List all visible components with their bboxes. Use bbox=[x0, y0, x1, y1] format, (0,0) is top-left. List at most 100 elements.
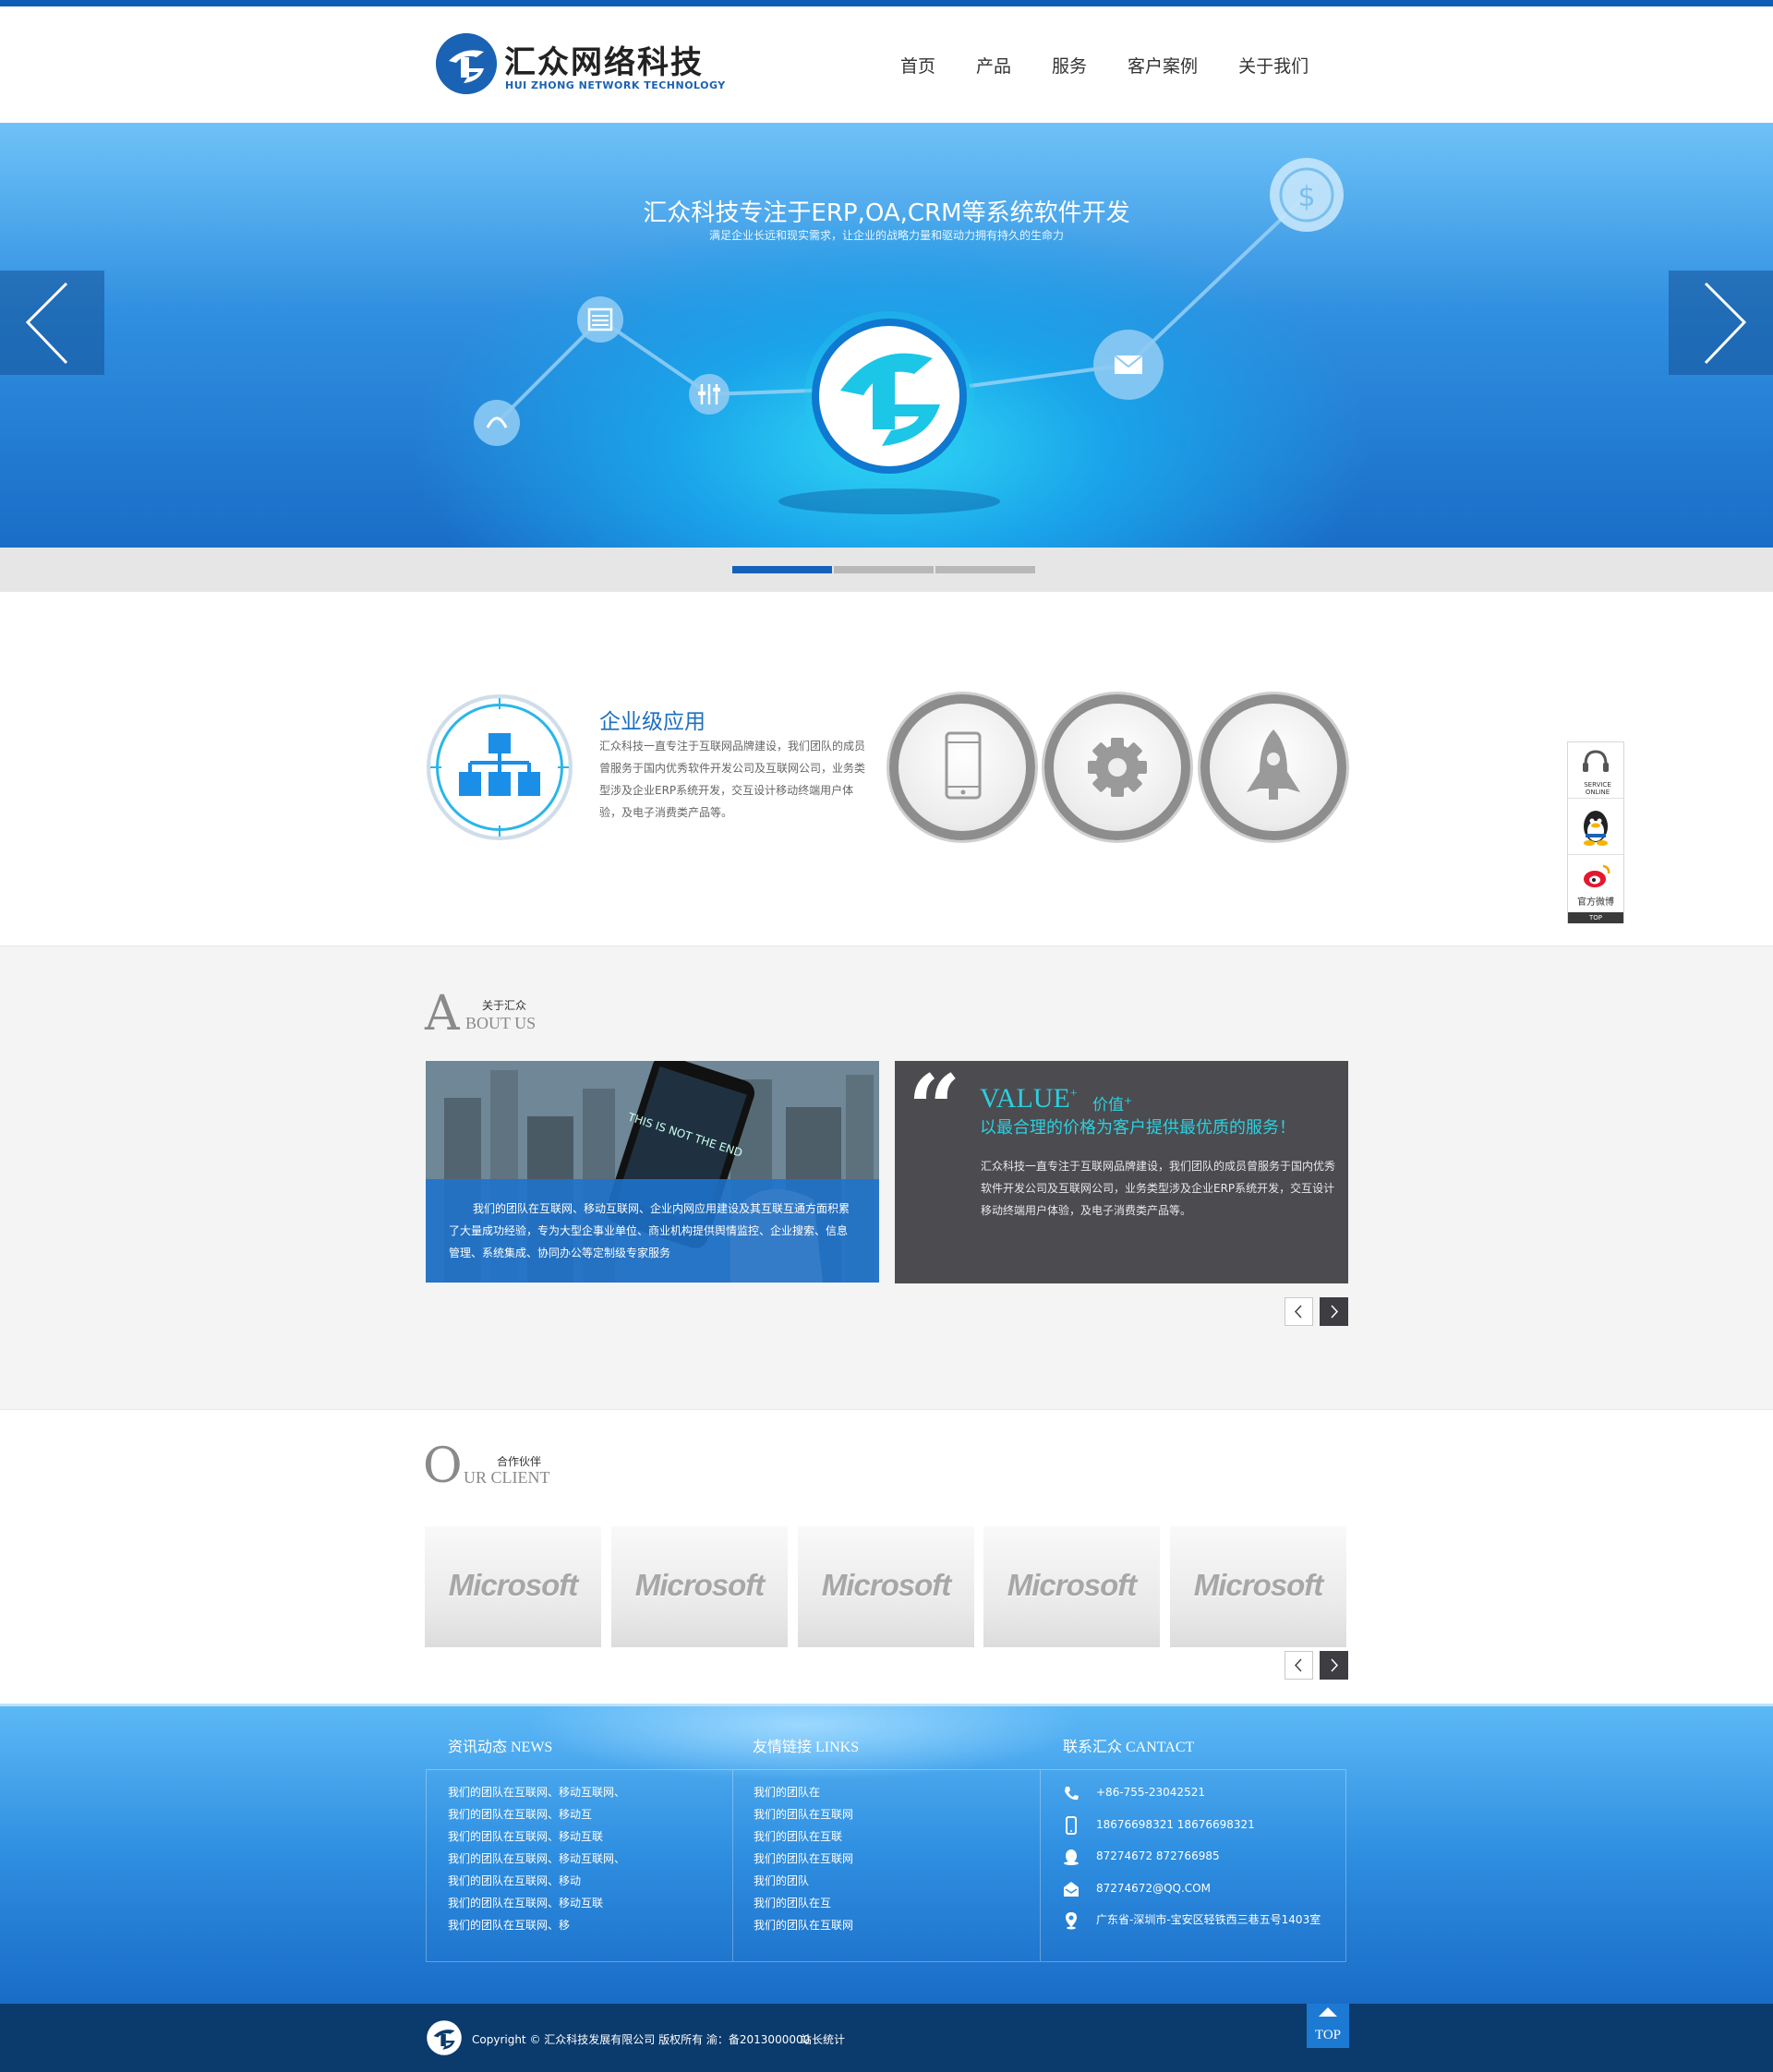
about-heading-cn: 关于汇众 bbox=[482, 999, 527, 1012]
chevron-right-icon bbox=[1704, 282, 1747, 365]
value-description: 汇众科技一直专注于互联网品牌建设，我们团队的成员曾服务于国内优秀软件开发公司及互… bbox=[981, 1160, 1336, 1217]
nav-home[interactable]: 首页 bbox=[900, 53, 935, 90]
footer-divider bbox=[1040, 1770, 1041, 1961]
banner-prev-button[interactable] bbox=[0, 271, 104, 375]
footer-contact-list: +86-755-23042521 18676698321 18676698321… bbox=[1062, 1781, 1321, 1941]
news-link[interactable]: 我们的团队在互联网、移动互 bbox=[448, 1803, 625, 1825]
qq-penguin-icon bbox=[1584, 811, 1608, 846]
client-logo[interactable]: Microsoft bbox=[798, 1526, 974, 1647]
friend-link[interactable]: 我们的团队在 bbox=[754, 1781, 853, 1803]
value-title: VALUE+ bbox=[980, 1083, 1078, 1114]
clients-heading-en: UR CLIENT bbox=[464, 1468, 550, 1487]
client-logo[interactable]: Microsoft bbox=[425, 1526, 601, 1647]
feature-mobile-circle[interactable] bbox=[889, 694, 1035, 840]
rocket-icon bbox=[1247, 729, 1300, 800]
calendar-node-icon bbox=[577, 296, 623, 343]
feature-description: 汇众科技一直专注于互联网品牌建设，我们团队的成员曾服务于国内优秀软件开发公司及互… bbox=[599, 740, 866, 819]
footer-news-list: 我们的团队在互联网、移动互联网、 我们的团队在互联网、移动互 我们的团队在互联网… bbox=[448, 1781, 625, 1936]
gear-icon bbox=[1088, 738, 1147, 797]
client-logo-text: Microsoft bbox=[448, 1568, 579, 1602]
news-link[interactable]: 我们的团队在互联网、移动互联网、 bbox=[448, 1848, 625, 1870]
client-logo[interactable]: Microsoft bbox=[983, 1526, 1160, 1647]
friend-link[interactable]: 我们的团队在互联网 bbox=[754, 1848, 853, 1870]
value-title-cn: 价值+ bbox=[1092, 1094, 1133, 1114]
about-prev-button[interactable] bbox=[1285, 1297, 1313, 1326]
logo-subtitle: HUI ZHONG NETWORK TECHNOLOGY bbox=[505, 79, 726, 91]
clients-heading: O 合作伙伴 UR CLIENT bbox=[423, 1442, 608, 1498]
banner-title: 汇众科技专注于ERP,OA,CRM等系统软件开发 bbox=[643, 199, 1130, 227]
mobile-phone-icon bbox=[945, 731, 982, 800]
contact-qq: 87274672 872766985 bbox=[1096, 1849, 1220, 1862]
contact-address-row: 广东省-深圳市-宝安区轻铁西三巷五号1403室 bbox=[1062, 1909, 1321, 1941]
logo[interactable]: 汇众网络科技 HUI ZHONG NETWORK TECHNOLOGY bbox=[436, 31, 741, 105]
friend-link[interactable]: 我们的团队在互 bbox=[754, 1892, 853, 1914]
chevron-right-icon bbox=[1331, 1305, 1339, 1319]
back-to-top-button[interactable]: TOP bbox=[1307, 2004, 1349, 2048]
contact-address: 广东省-深圳市-宝安区轻铁西三巷五号1403室 bbox=[1096, 1913, 1321, 1926]
feature-launch-circle[interactable] bbox=[1200, 694, 1346, 840]
news-link[interactable]: 我们的团队在互联网、移 bbox=[448, 1914, 625, 1936]
top-accent-stripe bbox=[0, 0, 1773, 6]
about-heading-en: BOUT US bbox=[465, 1014, 537, 1032]
copyright-bar: Copyright © 汇众科技发展有限公司 版权所有 渝：备201300000… bbox=[0, 2004, 1773, 2072]
friend-link[interactable]: 我们的团队在互联网 bbox=[754, 1914, 853, 1936]
slide-dot-1[interactable] bbox=[732, 566, 832, 573]
weibo-icon bbox=[1584, 864, 1610, 887]
clients-prev-button[interactable] bbox=[1285, 1651, 1313, 1680]
slide-dot-3[interactable] bbox=[935, 566, 1035, 573]
nav-products[interactable]: 产品 bbox=[976, 53, 1011, 90]
friend-link[interactable]: 我们的团队在互联 bbox=[754, 1825, 853, 1848]
hero-banner: $ 汇众科技专注于ERP,OA,CRM等系统软件开发 满足企业长远和现实需求，让… bbox=[0, 123, 1773, 548]
clients-next-button[interactable] bbox=[1320, 1651, 1348, 1680]
slide-indicator-bar bbox=[0, 548, 1773, 592]
service-online-label: SERVICE ONLINE bbox=[1584, 781, 1611, 796]
weibo-button[interactable]: 官方微博 bbox=[1568, 855, 1623, 912]
chevron-right-icon bbox=[1331, 1658, 1339, 1672]
location-pin-icon bbox=[1066, 1912, 1077, 1930]
feature-enterprise-circle[interactable] bbox=[427, 694, 573, 840]
feature-settings-circle[interactable] bbox=[1044, 694, 1190, 840]
feature-title: 企业级应用 bbox=[599, 710, 706, 734]
footer-links-title: 友情链接 LINKS bbox=[753, 1740, 860, 1755]
route-node-icon bbox=[474, 400, 520, 446]
news-link[interactable]: 我们的团队在互联网、移动互联 bbox=[448, 1825, 625, 1848]
service-online-button[interactable]: SERVICE ONLINE bbox=[1568, 742, 1623, 799]
about-next-button[interactable] bbox=[1320, 1297, 1348, 1326]
client-logo-text: Microsoft bbox=[1193, 1568, 1324, 1602]
chevron-left-icon bbox=[1294, 1658, 1302, 1672]
footer: 资讯动态 NEWS 友情链接 LINKS 联系汇众 CANTACT 我们的团队在… bbox=[0, 1704, 1773, 2004]
footer-divider bbox=[732, 1770, 733, 1961]
side-top-button[interactable]: TOP bbox=[1568, 912, 1623, 923]
nav-about[interactable]: 关于我们 bbox=[1238, 53, 1309, 90]
chevron-left-icon bbox=[25, 282, 68, 365]
footer-news-title: 资讯动态 NEWS bbox=[448, 1740, 553, 1755]
nav-cases[interactable]: 客户案例 bbox=[1128, 53, 1198, 90]
banner-next-button[interactable] bbox=[1669, 271, 1773, 375]
news-link[interactable]: 我们的团队在互联网、移动互联 bbox=[448, 1892, 625, 1914]
main-nav: 首页 产品 服务 客户案例 关于我们 bbox=[900, 53, 1349, 90]
contact-email: 87274672@QQ.COM bbox=[1096, 1881, 1211, 1895]
client-logo[interactable]: Microsoft bbox=[1170, 1526, 1346, 1647]
banner-subtitle: 满足企业长远和现实需求，让企业的战略力量和驱动力拥有持久的生命力 bbox=[708, 229, 1064, 242]
about-heading: A 关于汇众 BOUT US bbox=[425, 990, 609, 1045]
client-logo-text: Microsoft bbox=[1007, 1568, 1138, 1602]
contact-phone-row: +86-755-23042521 bbox=[1062, 1781, 1321, 1813]
contact-email-row: 87274672@QQ.COM bbox=[1062, 1877, 1321, 1909]
headset-icon bbox=[1583, 750, 1609, 772]
email-icon bbox=[1064, 1881, 1079, 1897]
footer-contact-title: 联系汇众 CANTACT bbox=[1063, 1740, 1195, 1755]
quote-icon: “ bbox=[908, 1054, 961, 1163]
slide-dot-2[interactable] bbox=[834, 566, 934, 573]
sliders-node-icon bbox=[689, 374, 730, 415]
friend-link[interactable]: 我们的团队 bbox=[754, 1870, 853, 1892]
news-link[interactable]: 我们的团队在互联网、移动互联网、 bbox=[448, 1781, 625, 1803]
nav-services[interactable]: 服务 bbox=[1052, 53, 1087, 90]
client-logo[interactable]: Microsoft bbox=[611, 1526, 788, 1647]
qq-chat-button[interactable] bbox=[1568, 799, 1623, 855]
news-link[interactable]: 我们的团队在互联网、移动 bbox=[448, 1870, 625, 1892]
clients-heading-cn: 合作伙伴 bbox=[497, 1455, 542, 1468]
site-stats-link[interactable]: 站长统计 bbox=[801, 2031, 845, 2047]
value-slogan: 以最合理的价格为客户提供最优质的服务！ bbox=[980, 1118, 1296, 1138]
footer-box: 我们的团队在互联网、移动互联网、 我们的团队在互联网、移动互 我们的团队在互联网… bbox=[426, 1769, 1346, 1962]
friend-link[interactable]: 我们的团队在互联网 bbox=[754, 1803, 853, 1825]
